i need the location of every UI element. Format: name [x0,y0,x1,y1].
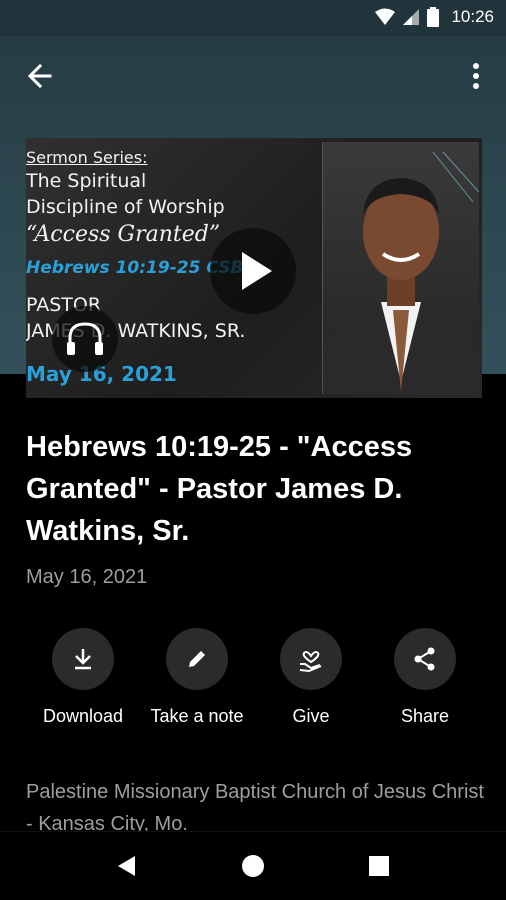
hero-series-label: Sermon Series: [26,148,148,167]
download-circle [52,628,114,690]
share-label: Share [400,706,450,726]
status-time: 10:26 [451,7,494,26]
more-vert-icon [473,63,479,89]
sermon-title: Hebrews 10:19-25 - "Access Granted" - Pa… [26,431,413,547]
more-options-button[interactable] [464,58,488,94]
headphones-icon [67,322,103,355]
pastor-photo [322,142,480,394]
wifi-icon [375,8,396,25]
download-label: Download [42,706,124,726]
download-icon [75,649,91,670]
give-icon [299,651,322,673]
pencil-icon [189,651,205,667]
nav-home-button[interactable] [237,850,269,882]
sermon-date: May 16, 2021 [26,566,148,588]
take-note-button[interactable]: Take a note [137,628,257,727]
navigation-bar [0,831,506,900]
give-circle [280,628,342,690]
share-icon [414,647,435,671]
cell-signal-icon [403,9,420,25]
square-recents-icon [369,856,389,876]
battery-icon [427,7,440,27]
play-button[interactable] [210,228,296,314]
nav-recents-button[interactable] [363,850,395,882]
share-circle [394,628,456,690]
circle-home-icon [242,855,264,877]
give-button[interactable]: Give [251,628,371,727]
pastor-silhouette [323,151,480,394]
audio-button[interactable] [52,306,118,372]
back-button[interactable] [22,58,58,94]
nav-back-button[interactable] [111,850,143,882]
take-note-circle [166,628,228,690]
hero-series-line1: The Spiritual [26,170,147,192]
take-note-label: Take a note [150,706,244,726]
share-button[interactable]: Share [365,628,485,727]
give-label: Give [292,706,330,726]
triangle-back-icon [118,856,135,876]
status-bar: 10:26 [0,0,506,36]
arrow-back-icon [27,63,52,89]
hero-series-line2: Discipline of Worship [26,196,225,218]
download-button[interactable]: Download [23,628,143,727]
play-icon [242,252,272,290]
action-row: Download Take a note Give Share [0,628,506,738]
